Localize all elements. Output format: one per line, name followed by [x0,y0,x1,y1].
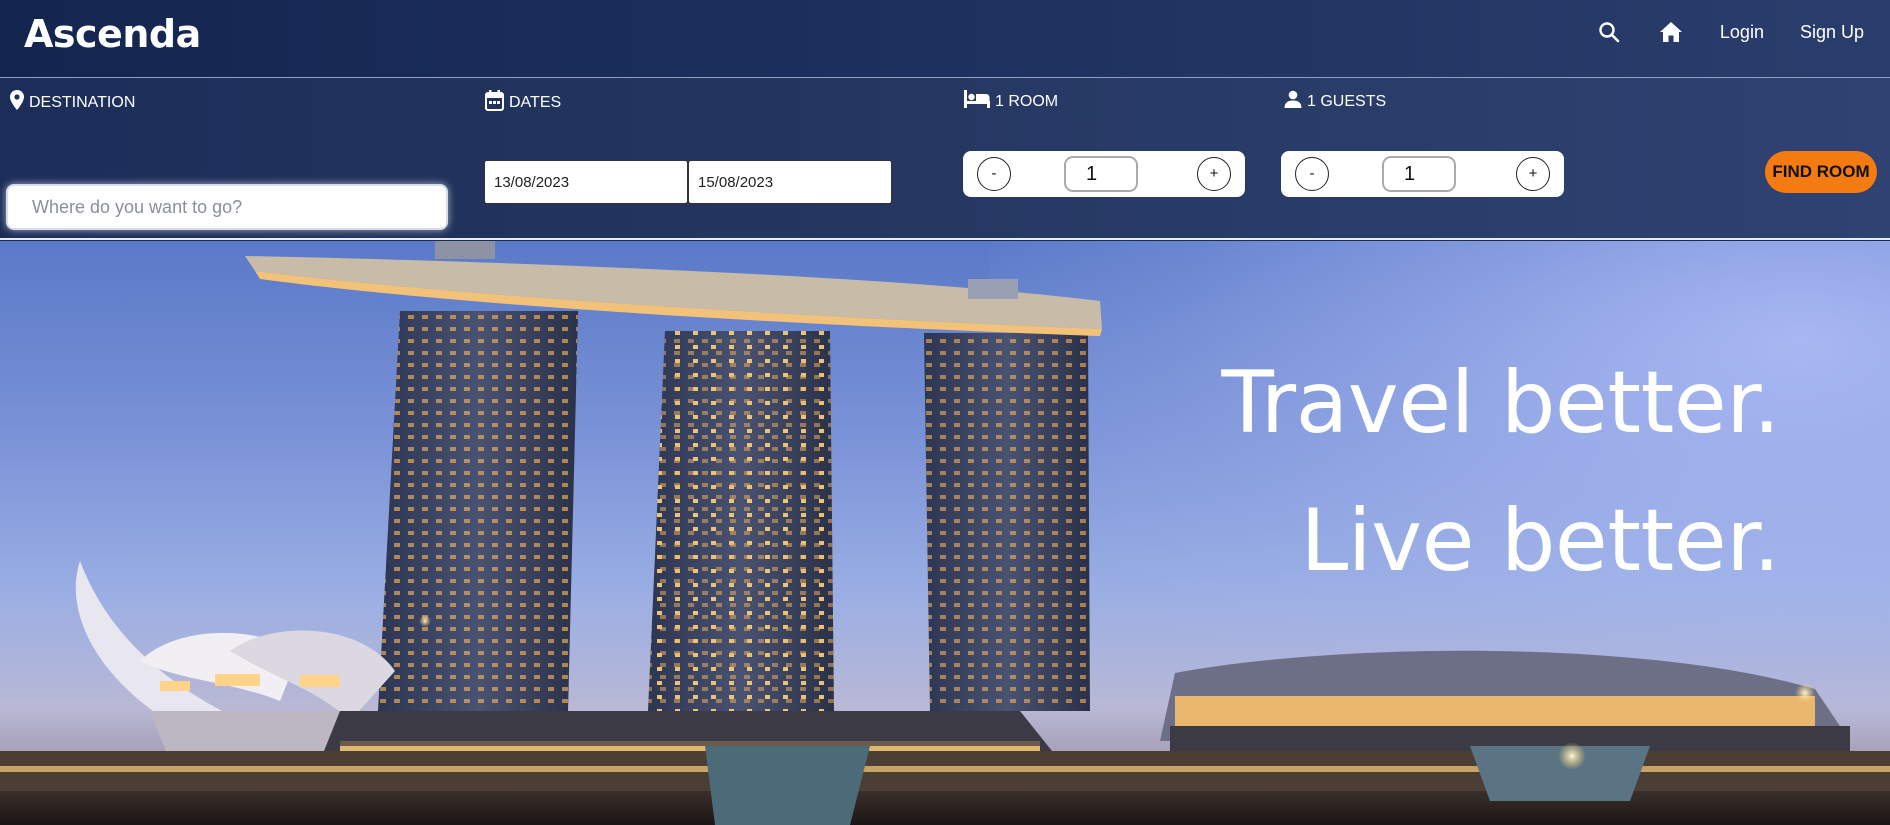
search-bar: DESTINATION DATES 1 ROOM - + 1 GUESTS - … [0,78,1890,240]
nav-links: Login Sign Up [1596,19,1864,45]
login-link[interactable]: Login [1720,22,1764,43]
room-label-text: 1 ROOM [995,92,1059,110]
hero-tagline-line-1: Travel better. [1221,353,1780,453]
calendar-icon [485,90,509,116]
guests-increment-button[interactable]: + [1516,157,1550,191]
guests-count-input[interactable] [1382,156,1456,192]
person-icon [1284,90,1307,113]
hero-tagline-line-2: Live better. [1300,491,1780,591]
guests-label-text: 1 GUESTS [1307,92,1387,110]
destination-label-text: DESTINATION [29,93,136,111]
room-label: 1 ROOM [964,90,1058,113]
dates-label: DATES [485,90,561,116]
guests-stepper: - + [1281,151,1564,197]
room-decrement-button[interactable]: - [977,157,1011,191]
search-icon[interactable] [1596,19,1622,45]
home-icon[interactable] [1658,19,1684,45]
destination-label: DESTINATION [10,90,135,115]
room-count-input[interactable] [1064,156,1138,192]
guests-label: 1 GUESTS [1284,90,1386,113]
brand-logo[interactable]: Ascenda [24,12,201,56]
top-navigation: Ascenda Login Sign Up [0,0,1890,78]
check-out-date-input[interactable] [688,160,892,204]
find-room-button[interactable]: FIND ROOM [1765,151,1877,193]
check-in-date-input[interactable] [484,160,688,204]
hero-banner: Travel better. Live better. [0,241,1890,825]
room-stepper: - + [963,151,1245,197]
dates-label-text: DATES [509,94,562,111]
signup-link[interactable]: Sign Up [1800,22,1864,43]
room-increment-button[interactable]: + [1197,157,1231,191]
bed-icon [964,90,995,113]
destination-input[interactable] [6,184,448,230]
map-pin-icon [10,90,29,115]
guests-decrement-button[interactable]: - [1295,157,1329,191]
